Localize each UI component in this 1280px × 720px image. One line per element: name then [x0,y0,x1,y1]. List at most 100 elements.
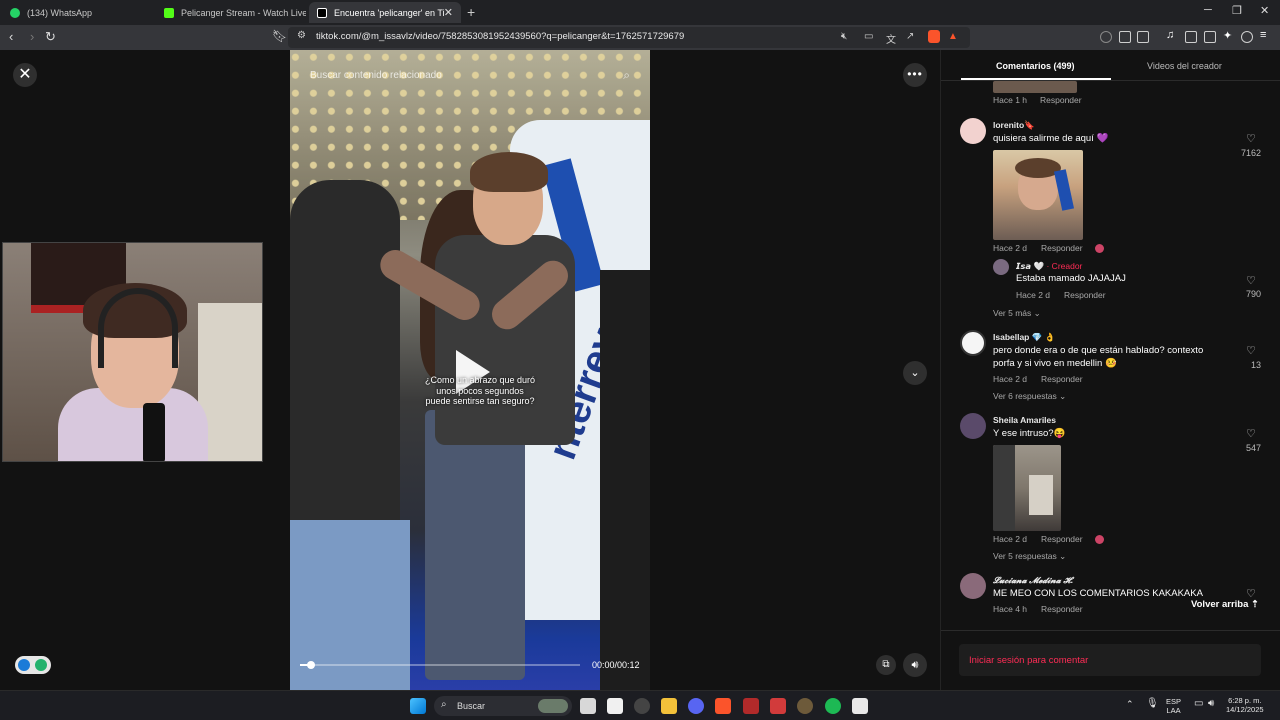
start-icon[interactable] [410,698,426,714]
bookmark-icon[interactable]: 🔖︎ [272,29,287,43]
brave-rewards-icon[interactable]: ▲ [948,31,958,42]
reply-meta: Hace 2 d [1016,290,1051,300]
mute-site-icon[interactable]: 🔇︎ [841,31,847,42]
language-indicator[interactable]: ESP LAA [1166,697,1181,715]
tab-comments[interactable]: Comentarios (499) [996,61,1075,71]
close-window-icon[interactable]: ✕ [1260,4,1269,17]
clock-time: 6:28 p. m. [1228,696,1262,705]
translate-icon[interactable]: 文 [886,31,896,46]
taskbar-search-input[interactable]: ⌕ Buscar [434,696,572,716]
volume-icon[interactable]: 🔊︎ [1208,699,1214,709]
more-options-button[interactable]: ••• [903,63,927,87]
view-more-replies[interactable]: Ver 5 más ⌄ [993,308,1041,319]
comment-username[interactable]: Sheila Amariles [993,415,1056,425]
comment-text: porfa y si vivo en medellin 🤒 [993,358,1117,369]
picture-in-picture-button[interactable]: ⧉ [876,655,896,675]
cast-icon[interactable]: ▭ [864,31,873,42]
new-tab-button[interactable]: + [467,4,475,20]
tab-tiktok[interactable]: Encuentra 'pelicanger' en TikTok ✕ [309,2,461,23]
share-icon[interactable]: ↗ [906,31,914,42]
app-icon[interactable] [797,698,813,714]
comment-image[interactable] [993,150,1083,240]
site-settings-icon[interactable]: ⚙︎ [297,30,306,41]
github-icon[interactable] [634,698,650,714]
avatar[interactable] [960,413,986,439]
leo-ai-icon[interactable]: ✦ [1223,29,1235,42]
wallet-icon[interactable] [1100,31,1112,43]
toggle-left-icon [18,659,30,671]
creator-liked-icon [1095,244,1104,253]
clock-date: 14/12/2025 [1226,705,1264,714]
x-app-icon[interactable] [770,698,786,714]
reply-button[interactable]: Responder [1041,534,1083,544]
heart-icon[interactable]: ♡ [1246,274,1256,287]
tab-whatsapp[interactable]: (134) WhatsApp [2,2,152,23]
reply-button[interactable]: Responder [1041,243,1083,253]
comment-username[interactable]: lorenito🔖 [993,120,1035,131]
tab-creator-videos[interactable]: Videos del creador [1147,61,1222,71]
taskbar-search-label: Buscar [457,701,486,711]
comment-text: quisiera salirme de aquí 💜 [993,133,1109,144]
reply-button[interactable]: Responder [1040,95,1082,105]
media-icon[interactable]: ♫ [1166,29,1178,41]
comment-meta: Hace 2 d [993,243,1028,253]
vpn-icon[interactable] [1241,31,1253,43]
file-explorer-icon[interactable] [661,698,677,714]
avatar[interactable] [960,118,986,144]
back-icon[interactable]: ‹ [9,29,13,44]
video-player[interactable]: nterrey Buscar contenido relacionado ⌕ ¿… [290,50,650,690]
comment-username[interactable]: 𝓛𝓾𝓬𝓲𝓪𝓷𝓪 𝓜𝓮𝓭𝓲𝓷𝓪 𝓗. [993,575,1073,586]
close-video-button[interactable]: ✕ [13,63,37,87]
spotify-icon[interactable] [825,698,841,714]
discord-icon[interactable] [688,698,704,714]
comment-image[interactable] [993,445,1061,531]
heart-icon[interactable]: ♡ [1246,132,1256,145]
extensions-icon[interactable] [1119,31,1131,43]
notion-icon[interactable] [607,698,623,714]
microphone-icon[interactable]: 🎙︎ [1146,699,1159,709]
brave-icon[interactable] [715,698,731,714]
volume-button[interactable]: 🔊︎ [903,653,927,677]
comment-image[interactable] [993,81,1077,93]
maximize-icon[interactable]: ❐ [1232,4,1242,17]
heart-icon[interactable]: ♡ [1246,427,1256,440]
related-search-input[interactable]: Buscar contenido relacionado [310,70,442,81]
login-to-comment-box[interactable]: Iniciar sesión para comentar [959,644,1261,676]
caption-line: puede sentirse tan seguro? [425,396,535,406]
tab-search-icon[interactable] [1204,31,1216,43]
view-more-replies[interactable]: Ver 5 respuestas ⌄ [993,551,1066,562]
avatar[interactable] [960,573,986,599]
video-progress-bar[interactable] [300,661,580,669]
tab-kick[interactable]: Pelicanger Stream - Watch Live on Ki [156,2,306,23]
reload-icon[interactable]: ↻ [45,29,56,45]
comment-username[interactable]: Isabellap 💎 👌 [993,332,1055,343]
reply-button[interactable]: Responder [1041,604,1083,614]
like-count: 790 [1245,289,1261,299]
url-field[interactable]: ⚙︎ tiktok.com/@m_issavlz/video/758285308… [288,27,970,48]
close-tab-icon[interactable]: ✕ [444,6,453,19]
tray-chevron-icon[interactable]: ⌃ [1126,700,1134,709]
avatar[interactable] [960,330,986,356]
avatar[interactable] [993,259,1009,275]
heart-icon[interactable]: ♡ [1246,344,1256,357]
obs-icon[interactable] [743,698,759,714]
forward-icon[interactable]: › [30,29,34,44]
back-to-top-button[interactable]: Volver arriba ⇡ [1186,597,1264,612]
app-icon[interactable] [852,698,868,714]
minimize-icon[interactable]: ─ [1204,4,1212,16]
screenshot-icon[interactable] [1137,31,1149,43]
view-more-replies[interactable]: Ver 6 respuestas ⌄ [993,391,1066,402]
overlay-toggle[interactable] [15,656,51,674]
reply-username[interactable]: 𝙄𝙨𝙖 🤍 · Creador [1016,261,1082,272]
language-code: ESP [1166,697,1182,706]
brave-shields-icon[interactable] [928,30,940,43]
clock[interactable]: 6:28 p. m. 14/12/2025 [1226,696,1264,714]
reply-button[interactable]: Responder [1041,374,1083,384]
network-icon[interactable]: ▭ [1194,699,1203,709]
task-view-icon[interactable] [580,698,596,714]
next-video-button[interactable]: ⌄ [903,361,927,385]
menu-icon[interactable]: ≡ [1260,29,1272,41]
reply-button[interactable]: Responder [1064,290,1106,300]
search-icon[interactable]: ⌕ [623,68,630,83]
sidebar-icon[interactable] [1185,31,1197,43]
